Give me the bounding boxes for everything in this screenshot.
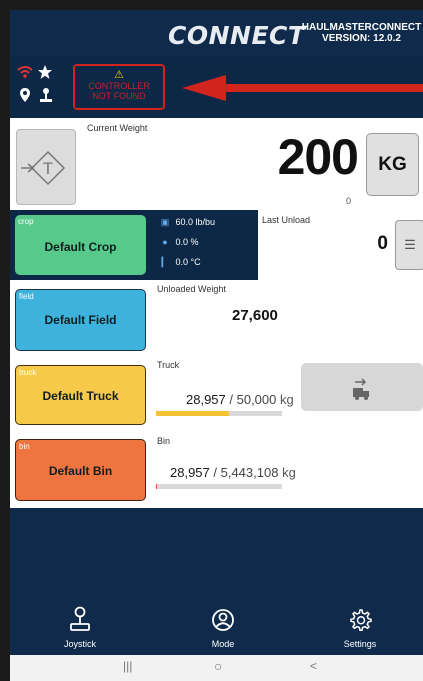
warning-icon: ⚠ [114,69,124,81]
truck-transfer-icon [353,378,369,400]
truck-unit: kg [280,392,294,407]
app-version: VERSION: 12.0.2 [322,33,401,44]
home-button[interactable]: ○ [214,658,222,674]
crop-selector-button[interactable]: crop Default Crop [15,215,146,275]
list-icon: ☰ [404,237,416,252]
field-name: Default Field [44,313,117,327]
truck-label: Truck [157,360,180,370]
current-weight-label: Current Weight [87,123,148,133]
truck-name: Default Truck [42,389,119,403]
water-drop-icon: ● [162,237,168,247]
nav-settings-label: Settings [343,639,377,649]
app-logo: CONNECT [168,21,306,50]
test-weight-value: 60.0 lb/bu [175,217,216,227]
mode-icon [212,609,234,631]
truck-current: 28,957 [186,392,226,407]
truck-row: truck Default Truck Truck 28,957 / 50,00… [10,356,423,432]
joystick-icon [70,606,90,631]
system-navigation-bar: ||| ○ < [10,655,423,681]
crop-tag: crop [18,217,34,226]
truck-progress-bar [156,411,282,416]
nav-mode-label: Mode [211,639,235,649]
tare-icon: T [21,150,66,186]
main-content: T Current Weight 200 0 KG crop Default C… [10,118,423,508]
bin-tag: bin [19,442,30,451]
empty-area [10,508,423,600]
tare-button[interactable]: T [16,129,76,205]
wifi-icon [17,65,33,81]
crop-name: Default Crop [44,240,117,254]
controller-message-line2: NOT FOUND [92,91,146,101]
bin-progress-bar [156,484,282,489]
nav-joystick-label: Joystick [63,639,96,649]
controller-message-line1: CONTROLLER [88,81,150,91]
device-frame: CONNECT HAULMASTERCONNECT VERSION: 12.0.… [0,0,423,681]
bin-label: Bin [157,436,171,446]
controller-status-alert[interactable]: ⚠ CONTROLLER NOT FOUND [73,64,165,110]
last-unload-value: 0 [377,233,388,254]
status-bar: ⚠ CONTROLLER NOT FOUND [10,57,423,118]
location-pin-icon [19,87,31,105]
crop-row: crop Default Crop ▣ 60.0 lb/bu ● 0.0 % ▎… [10,210,423,280]
nav-joystick[interactable]: Joystick [30,600,130,655]
bin-current: 28,957 [170,465,210,480]
unit-toggle-button[interactable]: KG [366,133,419,196]
field-selector-button[interactable]: field Default Field [15,289,146,351]
test-weight-line: ▣ 60.0 lb/bu [157,217,215,228]
truck-max: / 50,000 [229,392,277,407]
bin-selector-button[interactable]: bin Default Bin [15,439,146,501]
app-screen: CONNECT HAULMASTERCONNECT VERSION: 12.0.… [10,10,423,681]
bin-name: Default Bin [48,464,113,478]
crop-info: ▣ 60.0 lb/bu ● 0.0 % ▎ 0.0 °C [157,210,257,280]
truck-tag: truck [19,368,37,377]
moisture-value: 0.0 % [175,237,199,247]
red-arrow-annotation [182,75,423,101]
app-name: HAULMASTERCONNECT [301,22,422,33]
thermometer-icon: ▎ [161,257,169,267]
moisture-line: ● 0.0 % [157,237,199,247]
unloaded-weight-label: Unloaded Weight [157,284,226,294]
bin-load-value: 28,957 / 5,443,108 kg [170,465,296,480]
unload-history-button[interactable]: ☰ [395,220,423,270]
joystick-status-icon [38,87,54,105]
bin-progress-fill [156,484,158,489]
bin-row: bin Default Bin Bin 28,957 / 5,443,108 k… [10,432,423,508]
transfer-to-truck-button[interactable] [301,363,423,411]
bin-unit: kg [282,465,296,480]
truck-selector-button[interactable]: truck Default Truck [15,365,146,425]
unloaded-weight-value: 27,600 [232,307,278,324]
bottom-navigation: Joystick Mode Settings [10,600,423,655]
star-icon [37,64,53,82]
tare-icon-letter: T [43,159,53,178]
recent-apps-button[interactable]: ||| [123,659,132,673]
nav-settings[interactable]: Settings [310,600,410,655]
back-button[interactable]: < [310,659,317,673]
top-bar: CONNECT HAULMASTERCONNECT VERSION: 12.0.… [10,10,423,57]
gear-icon [350,609,372,632]
app-version-info: HAULMASTERCONNECT VERSION: 12.0.2 [300,22,423,44]
last-unload-label: Last Unload [262,215,311,225]
truck-progress-fill [156,411,230,416]
nav-mode[interactable]: Mode [173,600,273,655]
scale-icon: ▣ [160,217,170,227]
field-row: field Default Field Unloaded Weight 27,6… [10,280,423,356]
field-tag: field [19,292,34,301]
weight-panel: T Current Weight 200 0 KG [10,118,423,210]
current-weight-value: 200 [277,129,359,185]
temperature-line: ▎ 0.0 °C [157,257,201,268]
temperature-value: 0.0 °C [175,257,201,267]
truck-load-value: 28,957 / 50,000 kg [186,392,294,407]
bin-max: / 5,443,108 [213,465,279,480]
weight-sub-value: 0 [346,196,352,206]
